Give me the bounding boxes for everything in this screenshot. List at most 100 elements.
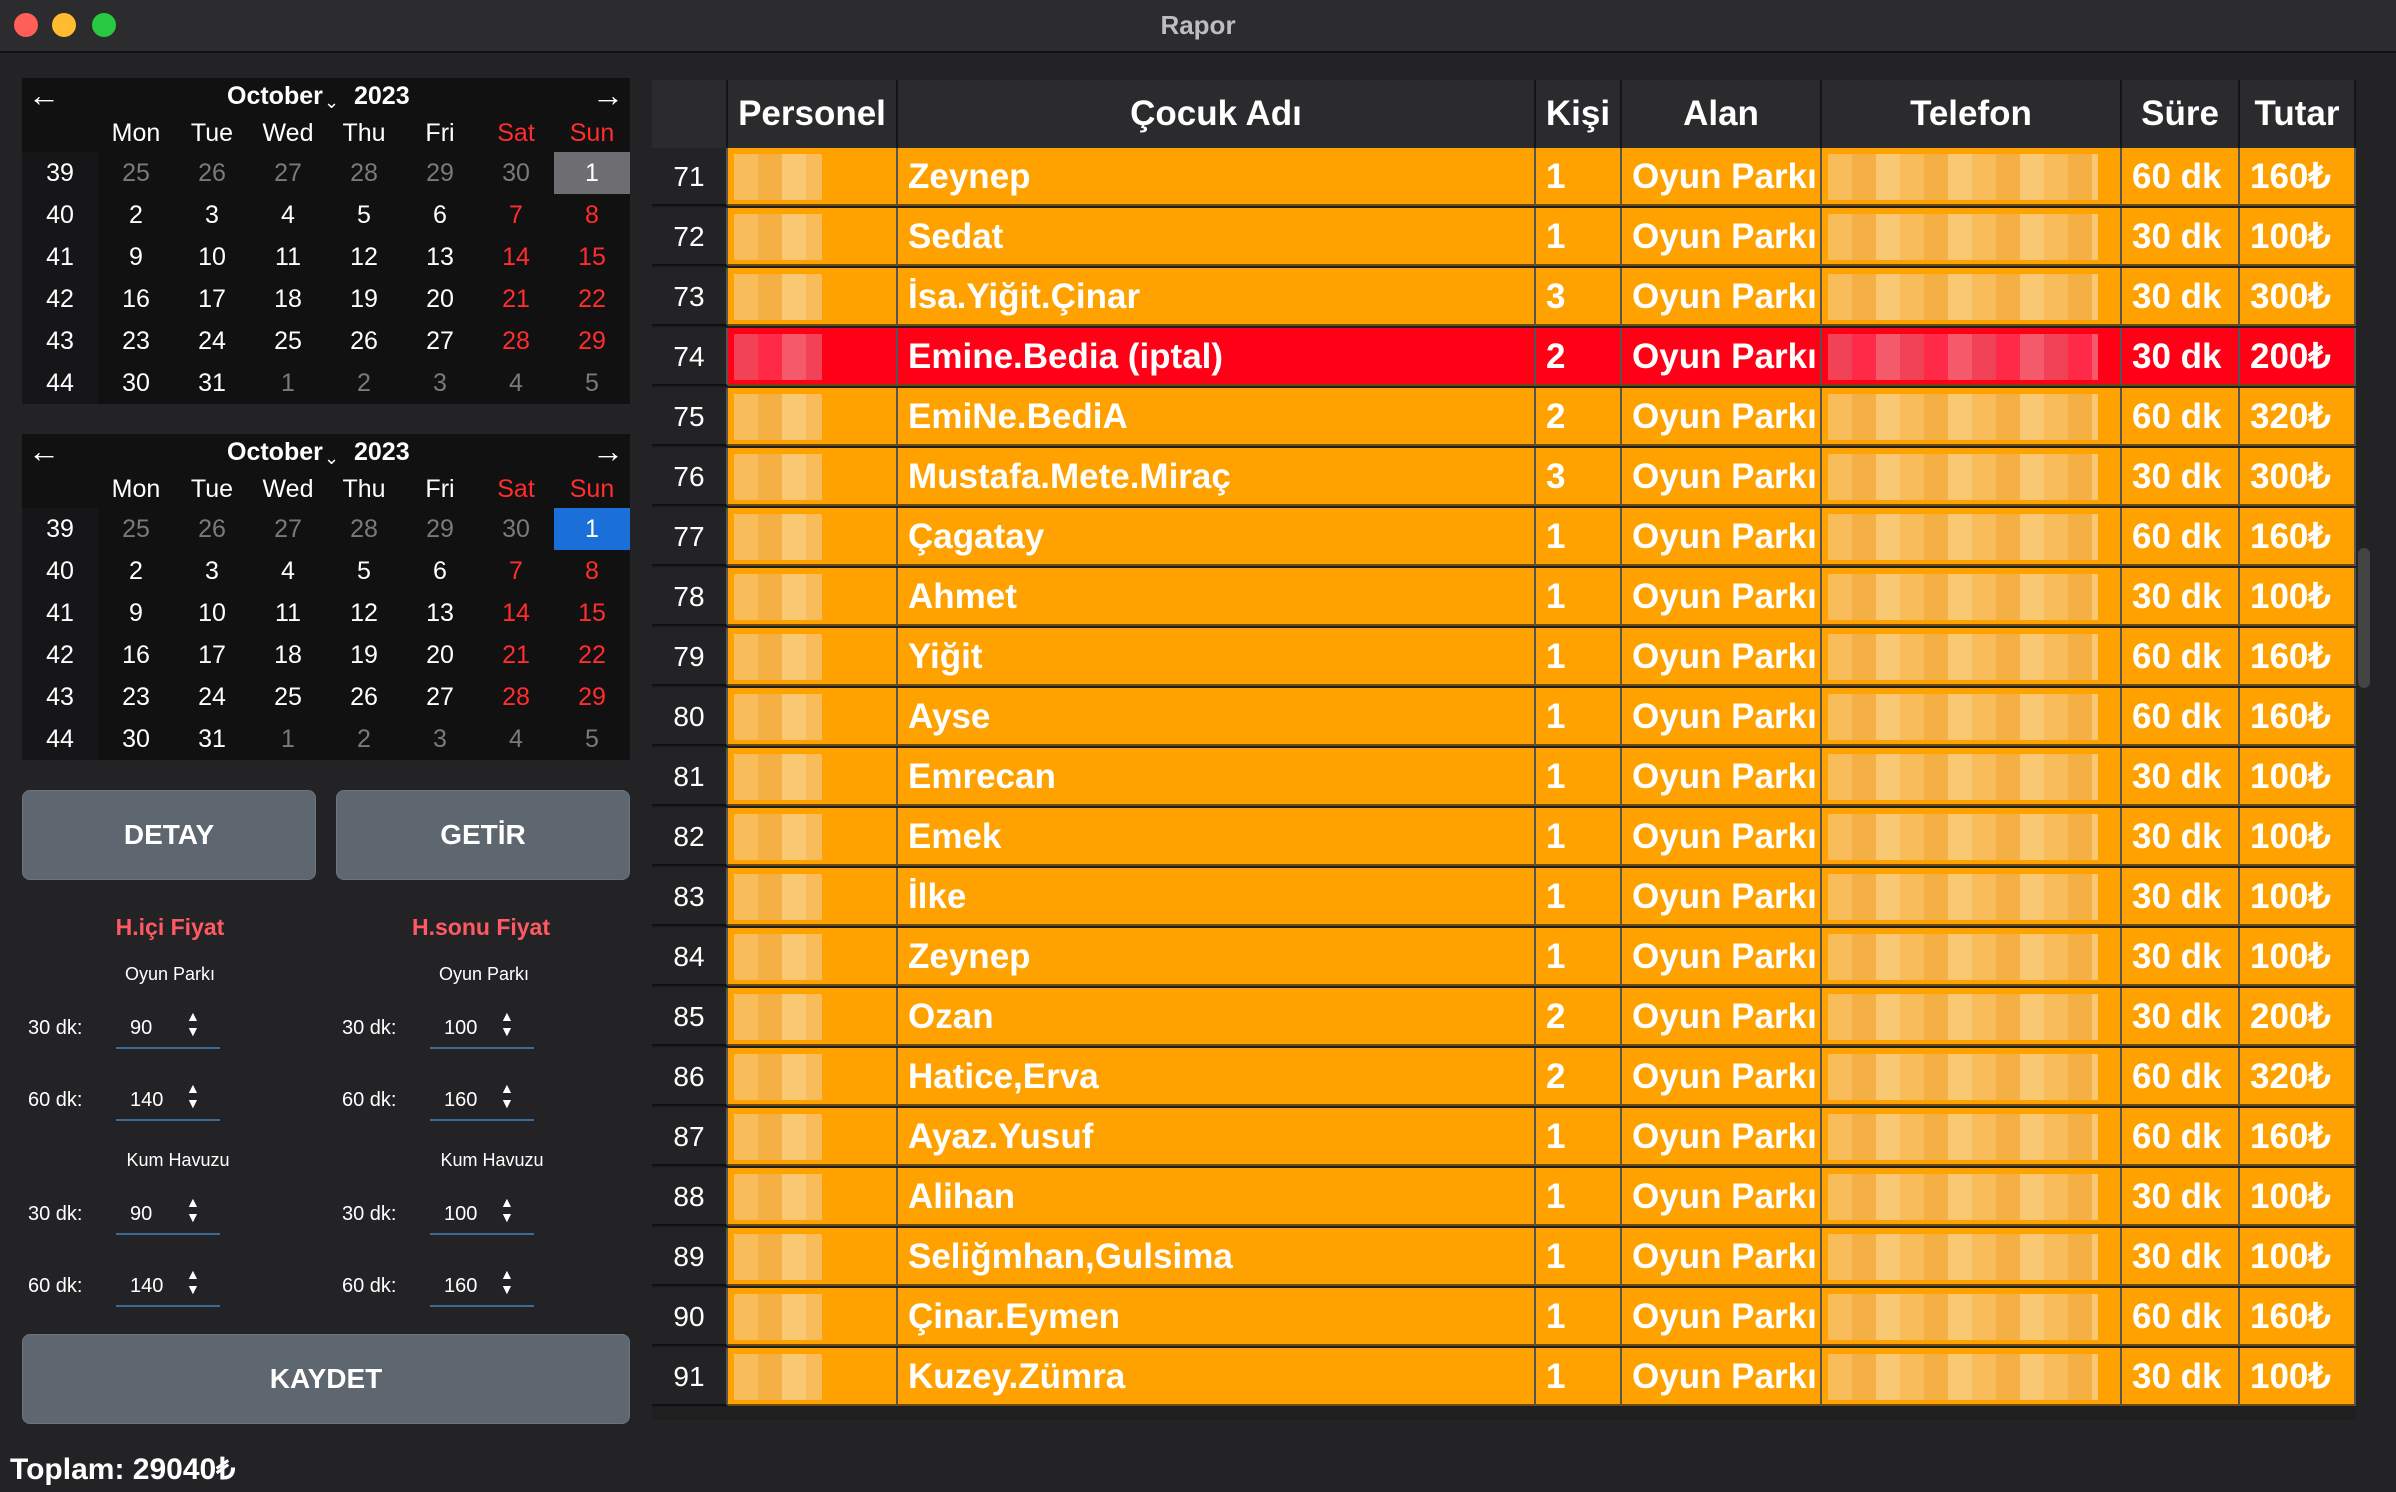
calendar-day[interactable]: 26: [326, 676, 402, 718]
calendar-day[interactable]: 10: [174, 592, 250, 634]
column-header-alan[interactable]: Alan: [1622, 80, 1822, 148]
column-header-personel[interactable]: Personel: [728, 80, 898, 148]
calendar-day[interactable]: 30: [98, 362, 174, 404]
calendar-day[interactable]: 26: [326, 320, 402, 362]
calendar-day[interactable]: 4: [478, 718, 554, 760]
table-row[interactable]: 89 Seliğmhan,Gulsima 1 Oyun Parkı 30 dk 100₺: [652, 1228, 2356, 1288]
calendar-day[interactable]: 27: [402, 676, 478, 718]
table-row[interactable]: 84 Zeynep 1 Oyun Parkı 30 dk 100₺: [652, 928, 2356, 988]
calendar-day[interactable]: 24: [174, 676, 250, 718]
calendar-day[interactable]: 3: [402, 718, 478, 760]
calendar-day[interactable]: 8: [554, 550, 630, 592]
calendar-day[interactable]: 2: [98, 550, 174, 592]
calendar-day[interactable]: 9: [98, 236, 174, 278]
weekday-op30-stepper[interactable]: 90 ▲ ▼: [116, 1009, 220, 1049]
prev-month-arrow-icon[interactable]: ←: [28, 434, 60, 468]
calendar-day[interactable]: 11: [250, 236, 326, 278]
next-month-arrow-icon[interactable]: →: [592, 78, 624, 112]
calendar-day[interactable]: 21: [478, 278, 554, 320]
calendar-day[interactable]: 2: [326, 718, 402, 760]
calendar-day[interactable]: 14: [478, 236, 554, 278]
table-row[interactable]: 80 Ayse 1 Oyun Parkı 60 dk 160₺: [652, 688, 2356, 748]
calendar-day[interactable]: 26: [174, 152, 250, 194]
chevron-down-icon[interactable]: ⌄: [324, 448, 339, 469]
calendar-day[interactable]: 17: [174, 278, 250, 320]
calendar-day[interactable]: 21: [478, 634, 554, 676]
weekday-kh60-stepper[interactable]: 140 ▲ ▼: [116, 1267, 220, 1307]
table-row[interactable]: 79 Yiğit 1 Oyun Parkı 60 dk 160₺: [652, 628, 2356, 688]
weekend-op60-stepper[interactable]: 160 ▲ ▼: [430, 1081, 534, 1121]
calendar-day[interactable]: 23: [98, 320, 174, 362]
calendar-day[interactable]: 5: [326, 194, 402, 236]
column-header-tutar[interactable]: Tutar: [2240, 80, 2356, 148]
stepper-arrows-icon[interactable]: ▲ ▼: [500, 1267, 514, 1297]
calendar-day[interactable]: 20: [402, 278, 478, 320]
calendar-day[interactable]: 10: [174, 236, 250, 278]
table-row[interactable]: 77 Çagatay 1 Oyun Parkı 60 dk 160₺: [652, 508, 2356, 568]
calendar-day[interactable]: 29: [402, 508, 478, 550]
calendar-day[interactable]: 7: [478, 550, 554, 592]
weekday-kh30-stepper[interactable]: 90 ▲ ▼: [116, 1195, 220, 1235]
calendar-day[interactable]: 8: [554, 194, 630, 236]
table-row[interactable]: 81 Emrecan 1 Oyun Parkı 30 dk 100₺: [652, 748, 2356, 808]
calendar-day[interactable]: 24: [174, 320, 250, 362]
chevron-down-icon[interactable]: ⌄: [324, 92, 339, 113]
calendar-day[interactable]: 16: [98, 634, 174, 676]
detay-button[interactable]: DETAY: [22, 790, 316, 880]
table-row[interactable]: 71 Zeynep 1 Oyun Parkı 60 dk 160₺: [652, 148, 2356, 208]
table-row[interactable]: 85 Ozan 2 Oyun Parkı 30 dk 200₺: [652, 988, 2356, 1048]
weekday-op60-stepper[interactable]: 140 ▲ ▼: [116, 1081, 220, 1121]
year-selector[interactable]: 2023: [354, 82, 410, 111]
calendar-day[interactable]: 5: [326, 550, 402, 592]
calendar-day[interactable]: 28: [478, 320, 554, 362]
calendar-day[interactable]: 25: [250, 676, 326, 718]
calendar-day[interactable]: 5: [554, 362, 630, 404]
table-row[interactable]: 88 Alihan 1 Oyun Parkı 30 dk 100₺: [652, 1168, 2356, 1228]
calendar-day[interactable]: 15: [554, 592, 630, 634]
calendar-day[interactable]: 19: [326, 278, 402, 320]
column-header-kisi[interactable]: Kişi: [1536, 80, 1622, 148]
calendar-day[interactable]: 4: [478, 362, 554, 404]
calendar-day[interactable]: 25: [250, 320, 326, 362]
prev-month-arrow-icon[interactable]: ←: [28, 78, 60, 112]
calendar-day[interactable]: 3: [174, 194, 250, 236]
table-row[interactable]: 74 Emine.Bedia (iptal) 2 Oyun Parkı 30 dk 200…: [652, 328, 2356, 388]
calendar-day[interactable]: 4: [250, 550, 326, 592]
year-selector[interactable]: 2023: [354, 438, 410, 467]
table-scrollbar[interactable]: [2358, 548, 2370, 688]
table-row[interactable]: 78 Ahmet 1 Oyun Parkı 30 dk 100₺: [652, 568, 2356, 628]
calendar-day[interactable]: 22: [554, 278, 630, 320]
stepper-arrows-icon[interactable]: ▲ ▼: [500, 1195, 514, 1225]
table-row[interactable]: 87 Ayaz.Yusuf 1 Oyun Parkı 60 dk 160₺: [652, 1108, 2356, 1168]
calendar-day[interactable]: 13: [402, 592, 478, 634]
calendar-day[interactable]: 26: [174, 508, 250, 550]
report-table[interactable]: Personel Çocuk Adı Kişi Alan Telefon Sür…: [652, 80, 2356, 1420]
table-row[interactable]: 82 Emek 1 Oyun Parkı 30 dk 100₺: [652, 808, 2356, 868]
calendar-day[interactable]: 12: [326, 592, 402, 634]
calendar-day[interactable]: 30: [478, 508, 554, 550]
calendar-day[interactable]: 14: [478, 592, 554, 634]
calendar-day[interactable]: 23: [98, 676, 174, 718]
calendar-day[interactable]: 1: [554, 508, 630, 550]
calendar-day[interactable]: 9: [98, 592, 174, 634]
calendar-day[interactable]: 3: [402, 362, 478, 404]
calendar-day[interactable]: 27: [250, 508, 326, 550]
calendar-day[interactable]: 18: [250, 634, 326, 676]
calendar-day[interactable]: 28: [326, 508, 402, 550]
getir-button[interactable]: GETİR: [336, 790, 630, 880]
weekend-op30-stepper[interactable]: 100 ▲ ▼: [430, 1009, 534, 1049]
calendar-day[interactable]: 29: [554, 320, 630, 362]
calendar-day[interactable]: 1: [250, 362, 326, 404]
month-selector[interactable]: October: [227, 438, 323, 467]
stepper-arrows-icon[interactable]: ▲ ▼: [500, 1081, 514, 1111]
calendar-day[interactable]: 11: [250, 592, 326, 634]
stepper-arrows-icon[interactable]: ▲ ▼: [186, 1081, 200, 1111]
calendar-day[interactable]: 30: [98, 718, 174, 760]
calendar-day[interactable]: 29: [402, 152, 478, 194]
calendar-day[interactable]: 17: [174, 634, 250, 676]
weekend-kh30-stepper[interactable]: 100 ▲ ▼: [430, 1195, 534, 1235]
calendar-day[interactable]: 15: [554, 236, 630, 278]
calendar-day[interactable]: 29: [554, 676, 630, 718]
table-row[interactable]: 91 Kuzey.Zümra 1 Oyun Parkı 30 dk 100₺: [652, 1348, 2356, 1408]
calendar-day[interactable]: 2: [326, 362, 402, 404]
